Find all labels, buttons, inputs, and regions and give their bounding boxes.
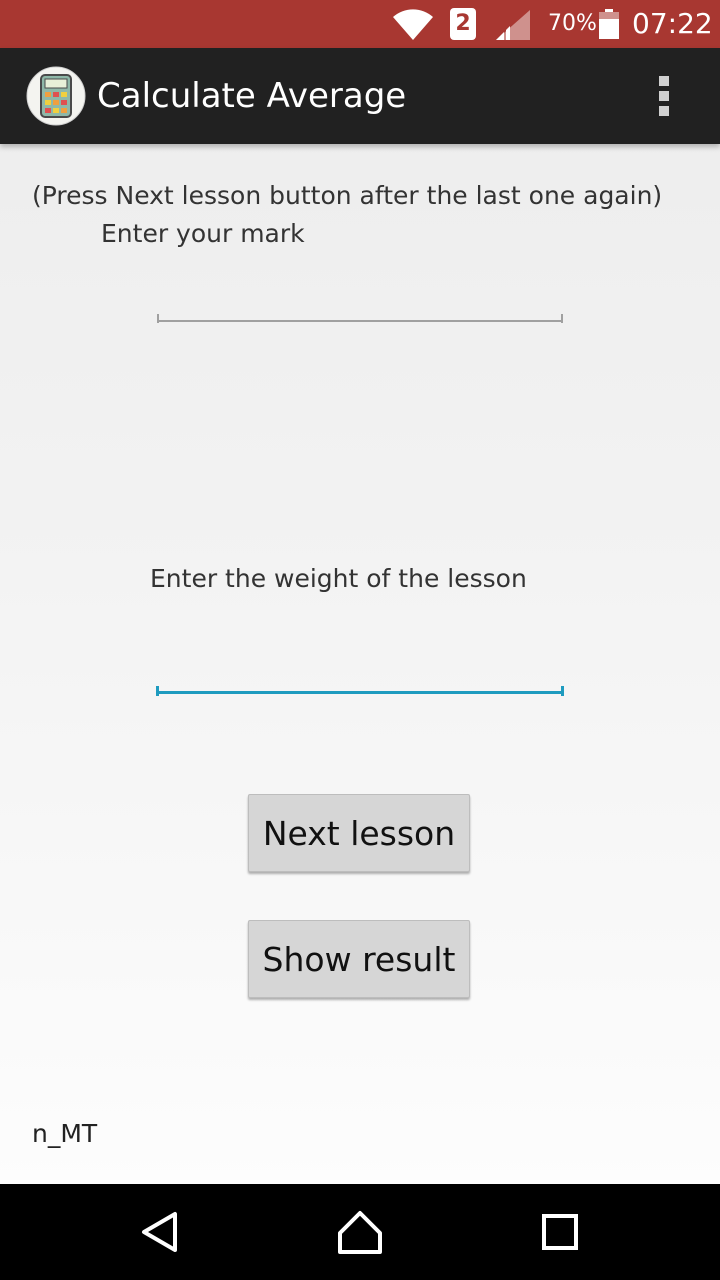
calculator-icon[interactable] [26,66,86,126]
screen: 2 70% 07:22 Calculate Average (Press Nex… [0,0,720,1280]
clock: 07:22 [632,7,713,40]
sim-icon: 2 [450,8,476,40]
cell-signal-icon [496,10,530,40]
mark-input-underline [157,314,563,323]
status-bar: 2 70% 07:22 [0,0,720,48]
footer-text: n_MT [32,1119,98,1148]
back-icon[interactable] [130,1202,190,1262]
next-lesson-button[interactable]: Next lesson [248,794,470,872]
app-title: Calculate Average [97,76,407,116]
weight-label: Enter the weight of the lesson [150,564,527,593]
battery-percent: 70% [548,11,597,36]
show-result-button[interactable]: Show result [248,920,470,998]
recent-apps-icon[interactable] [530,1202,590,1262]
instruction-hint: (Press Next lesson button after the last… [32,181,663,210]
overflow-menu-icon[interactable] [648,74,680,118]
weight-input-underline [156,686,564,696]
home-icon[interactable] [330,1202,390,1262]
navigation-bar [0,1184,720,1280]
battery-icon [599,9,619,39]
mark-label: Enter your mark [101,219,305,248]
action-bar: Calculate Average [0,48,720,144]
wifi-icon [393,9,433,41]
